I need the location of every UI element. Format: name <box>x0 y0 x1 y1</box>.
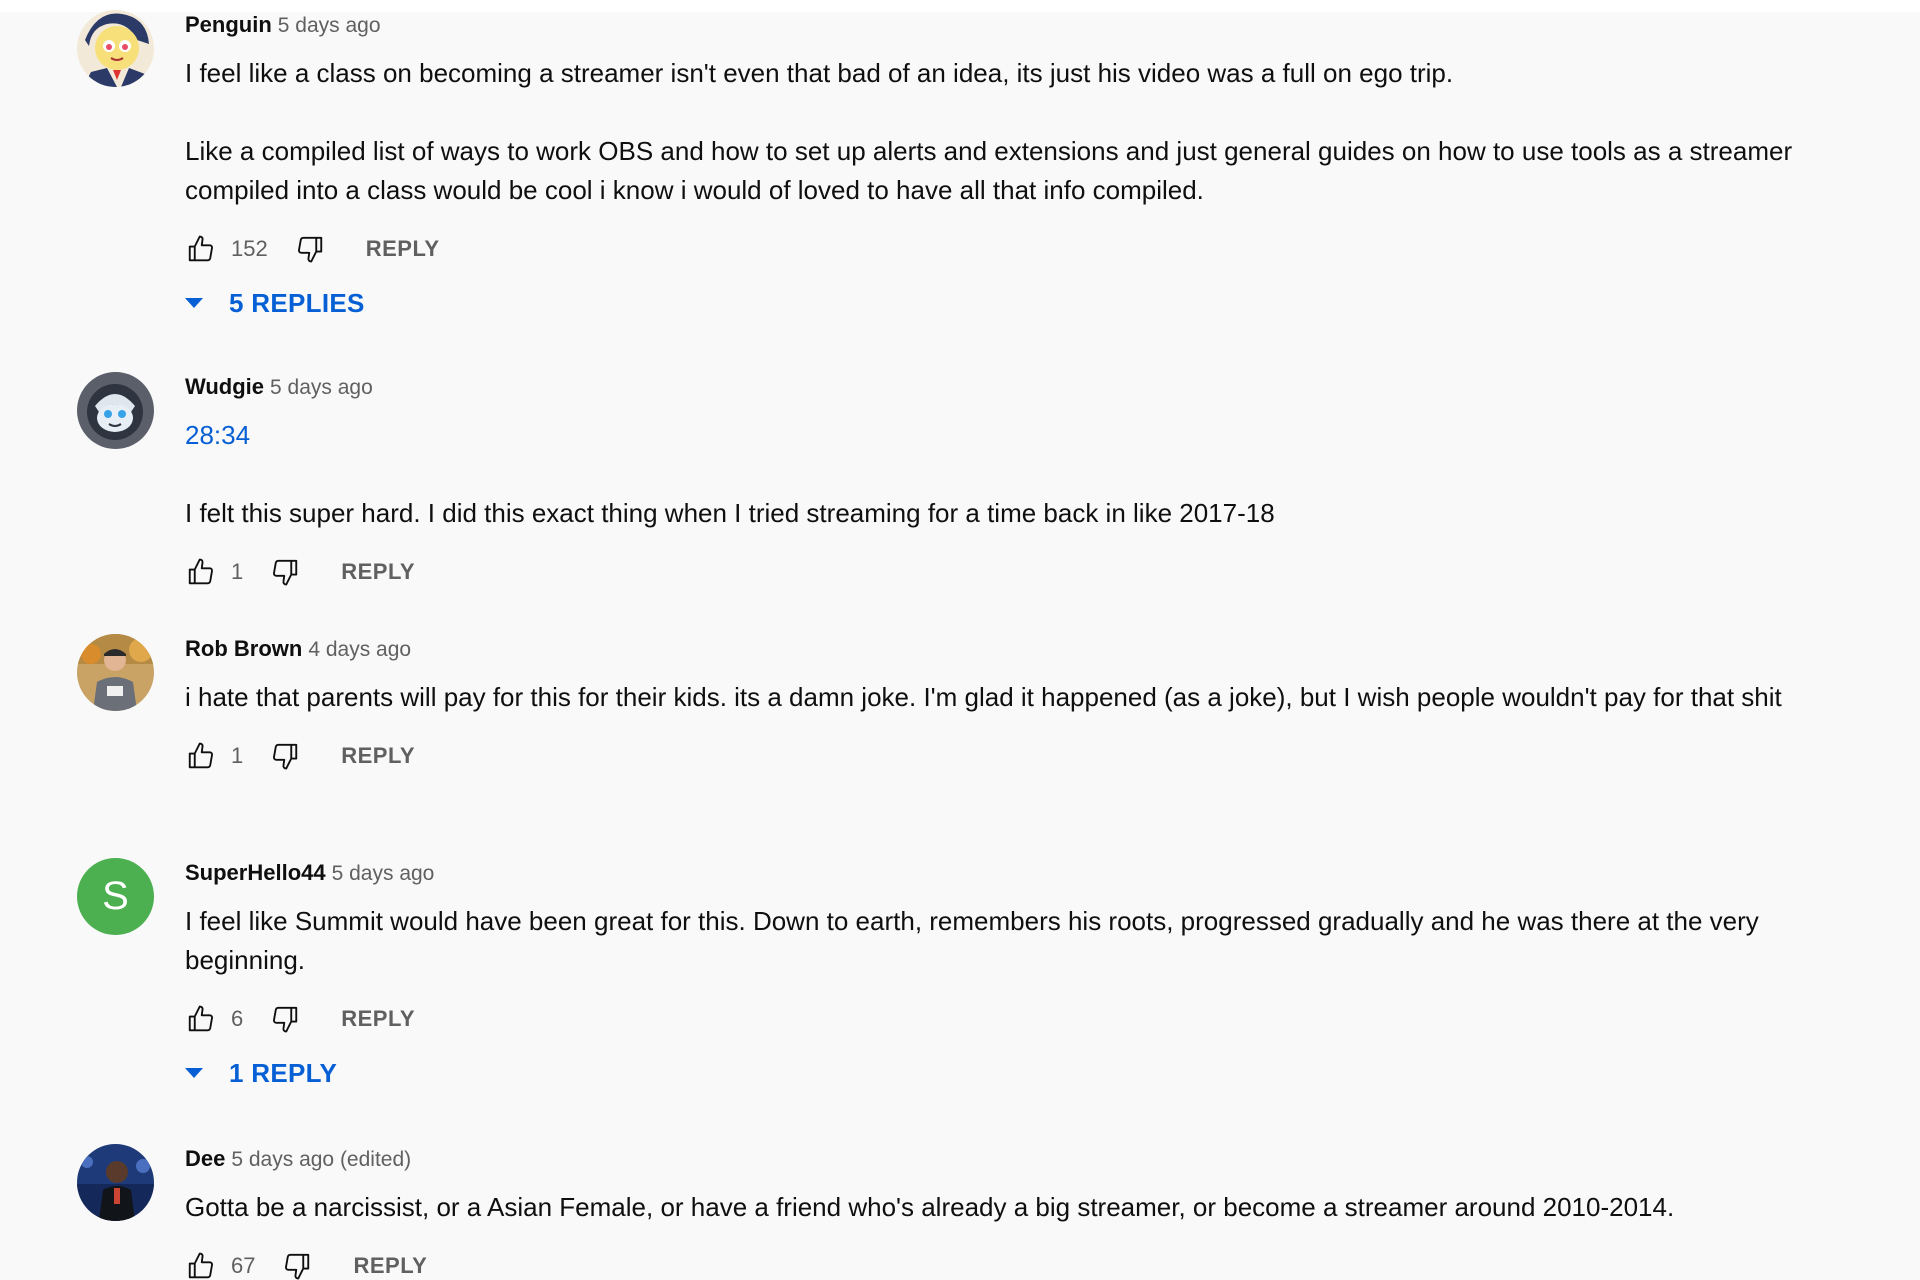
replies-count-label: 5 REPLIES <box>229 287 365 318</box>
avatar-penguin-image <box>77 10 154 87</box>
comment-time[interactable]: 4 days ago <box>308 638 411 661</box>
like-button[interactable] <box>185 1003 217 1035</box>
comment-paragraph: I felt this super hard. I did this exact… <box>185 498 1275 528</box>
comment-author[interactable]: SuperHello44 <box>185 860 326 885</box>
thumbs-down-icon <box>273 743 298 770</box>
reply-button[interactable]: REPLY <box>366 236 440 262</box>
avatar-dee-image <box>77 1144 154 1221</box>
video-timestamp-link[interactable]: 28:34 <box>185 420 250 450</box>
comment-text: I feel like a class on becoming a stream… <box>185 54 1835 210</box>
thumbs-up-icon <box>188 1005 213 1032</box>
comment-time[interactable]: 5 days ago <box>270 376 373 399</box>
thumbs-down-icon <box>273 1006 298 1033</box>
comment-actions: 1 REPLY <box>185 552 1835 592</box>
like-button[interactable] <box>185 740 217 772</box>
thumbs-down-icon <box>297 236 322 263</box>
avatar[interactable] <box>77 1144 154 1221</box>
comment-text: 28:34 I felt this super hard. I did this… <box>185 416 1835 533</box>
comment-paragraph: i hate that parents will pay for this fo… <box>185 682 1782 712</box>
reply-button[interactable]: REPLY <box>341 743 415 769</box>
comment-author[interactable]: Dee <box>185 1146 225 1171</box>
view-replies-button[interactable]: 5 REPLIES <box>185 283 1835 323</box>
comment-text: Gotta be a narcissist, or a Asian Female… <box>185 1188 1835 1227</box>
dislike-button[interactable] <box>269 1003 301 1035</box>
like-button[interactable] <box>185 556 217 588</box>
thumbs-down-icon <box>285 1253 310 1280</box>
comment-actions: 6 REPLY <box>185 999 1835 1039</box>
comment-time[interactable]: 5 days ago <box>332 862 435 885</box>
reply-button[interactable]: REPLY <box>353 1253 427 1279</box>
avatar[interactable] <box>77 10 154 87</box>
comment-paragraph: Gotta be a narcissist, or a Asian Female… <box>185 1192 1675 1222</box>
dislike-button[interactable] <box>294 233 326 265</box>
like-button[interactable] <box>185 1250 217 1280</box>
dislike-button[interactable] <box>269 556 301 588</box>
reply-button[interactable]: REPLY <box>341 559 415 585</box>
caret-down-icon <box>185 1068 203 1078</box>
view-replies-button[interactable]: 1 REPLY <box>185 1053 1835 1093</box>
dislike-button[interactable] <box>281 1250 313 1280</box>
comment-author[interactable]: Penguin <box>185 12 272 37</box>
like-count: 67 <box>231 1253 256 1278</box>
avatar[interactable] <box>77 634 154 711</box>
like-count: 152 <box>231 236 268 261</box>
avatar[interactable] <box>77 372 154 449</box>
avatar[interactable]: S <box>77 858 154 935</box>
comment-paragraph: Like a compiled list of ways to work OBS… <box>185 136 1793 205</box>
replies-count-label: 1 REPLY <box>229 1057 338 1088</box>
comment-paragraph: I feel like Summit would have been great… <box>185 906 1759 975</box>
like-count: 1 <box>231 743 244 768</box>
comment-time[interactable]: 5 days ago (edited) <box>231 1148 411 1171</box>
comment-paragraph: I feel like a class on becoming a stream… <box>185 58 1454 88</box>
reply-button[interactable]: REPLY <box>341 1006 415 1032</box>
thumbs-up-icon <box>188 742 213 769</box>
comments-page: Penguin 5 days ago I feel like a class on… <box>0 0 1920 1280</box>
comment-author[interactable]: Rob Brown <box>185 636 302 661</box>
dislike-button[interactable] <box>269 740 301 772</box>
comment-author[interactable]: Wudgie <box>185 374 264 399</box>
comment-actions: 1 REPLY <box>185 736 1835 776</box>
caret-down-icon <box>185 298 203 308</box>
thumbs-up-icon <box>188 235 213 262</box>
like-count: 1 <box>231 559 244 584</box>
comment-actions: 67 REPLY <box>185 1246 1835 1280</box>
avatar-wudgie-image <box>77 372 154 449</box>
comment-text: I feel like Summit would have been great… <box>185 902 1835 980</box>
thumbs-up-icon <box>188 1252 213 1279</box>
like-button[interactable] <box>185 233 217 265</box>
like-count: 6 <box>231 1006 244 1031</box>
avatar-rob-brown-image <box>77 634 154 711</box>
thumbs-up-icon <box>188 558 213 585</box>
comment-text: i hate that parents will pay for this fo… <box>185 678 1835 717</box>
thumbs-down-icon <box>273 559 298 586</box>
comment-time[interactable]: 5 days ago <box>278 14 381 37</box>
comment-actions: 152 REPLY <box>185 229 1835 269</box>
